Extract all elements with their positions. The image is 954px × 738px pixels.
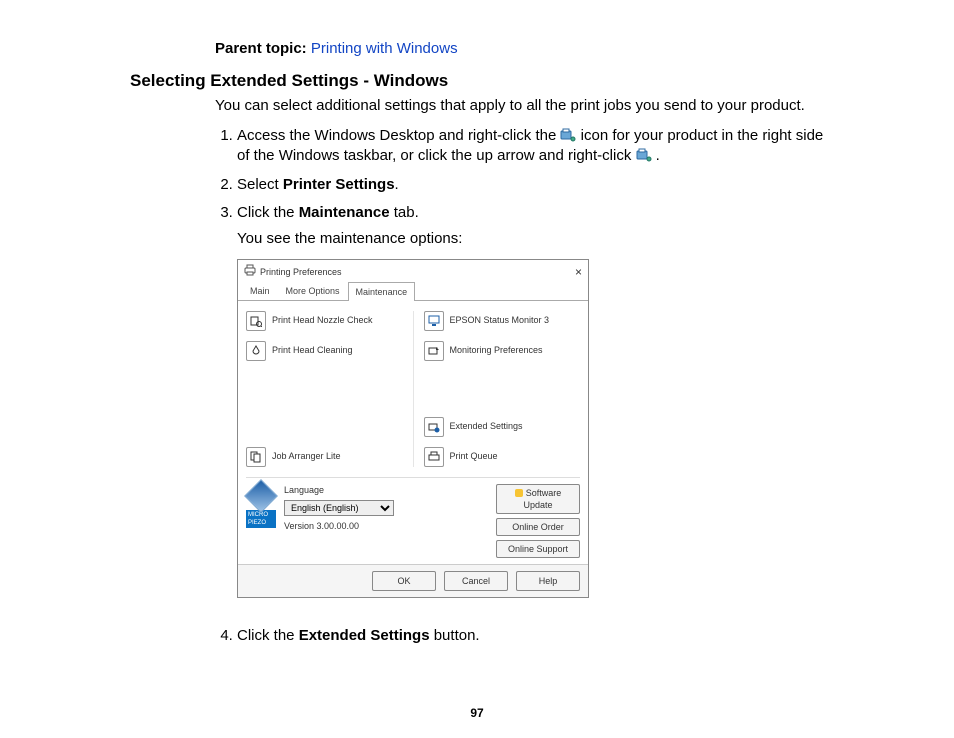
step-2: Select Printer Settings. (237, 175, 834, 195)
step-2-text-a: Select (237, 176, 283, 193)
extended-settings-label: Extended Settings (450, 420, 523, 432)
monitoring-prefs-icon (424, 341, 444, 361)
online-support-button[interactable]: Online Support (496, 540, 580, 558)
software-update-button[interactable]: Software Update (496, 484, 580, 514)
intro-text: You can select additional settings that … (215, 97, 834, 114)
status-monitor-icon (424, 311, 444, 331)
step-1: Access the Windows Desktop and right-cli… (237, 126, 834, 167)
software-update-label: Software Update (523, 488, 561, 510)
online-order-button[interactable]: Online Order (496, 518, 580, 536)
version-text: Version 3.00.00.00 (284, 520, 488, 532)
step-4-text-a: Click the (237, 627, 299, 644)
print-queue-button[interactable]: Print Queue (424, 447, 581, 467)
step-2-text-c: . (395, 176, 399, 193)
dialog-footer: OK Cancel Help (238, 564, 588, 597)
step-2-bold: Printer Settings (283, 176, 395, 193)
dialog-titlebar: Printing Preferences × (238, 260, 588, 281)
tab-main[interactable]: Main (242, 281, 278, 299)
job-arranger-icon (246, 447, 266, 467)
status-monitor-button[interactable]: EPSON Status Monitor 3 (424, 311, 581, 331)
language-label: Language (284, 484, 488, 496)
parent-topic-link[interactable]: Printing with Windows (311, 40, 458, 57)
step-3-note: You see the maintenance options: (237, 229, 834, 249)
section-heading: Selecting Extended Settings - Windows (130, 71, 834, 91)
monitoring-prefs-label: Monitoring Preferences (450, 344, 543, 356)
steps-list: Access the Windows Desktop and right-cli… (215, 126, 834, 646)
dialog-title: Printing Preferences (260, 266, 342, 278)
step-1-text-c: . (656, 147, 660, 164)
extended-settings-icon (424, 417, 444, 437)
tab-maintenance[interactable]: Maintenance (348, 282, 416, 300)
job-arranger-label: Job Arranger Lite (272, 450, 341, 462)
step-1-text-a: Access the Windows Desktop and right-cli… (237, 127, 560, 144)
nozzle-check-button[interactable]: Print Head Nozzle Check (246, 311, 403, 331)
dialog-tabs: Main More Options Maintenance (238, 281, 588, 300)
printing-preferences-dialog: Printing Preferences × Main More Options… (237, 259, 589, 598)
printer-icon (244, 264, 256, 279)
cancel-button[interactable]: Cancel (444, 571, 508, 591)
help-button[interactable]: Help (516, 571, 580, 591)
tab-more-options[interactable]: More Options (278, 281, 348, 299)
product-tray-icon (560, 128, 576, 142)
print-queue-icon (424, 447, 444, 467)
parent-topic-label: Parent topic: (215, 40, 307, 57)
parent-topic: Parent topic: Printing with Windows (215, 40, 834, 57)
head-cleaning-label: Print Head Cleaning (272, 344, 353, 356)
print-queue-label: Print Queue (450, 450, 498, 462)
ok-button[interactable]: OK (372, 571, 436, 591)
extended-settings-button[interactable]: Extended Settings (424, 417, 581, 437)
close-button[interactable]: × (575, 266, 582, 278)
step-3-text-a: Click the (237, 204, 299, 221)
head-cleaning-icon (246, 341, 266, 361)
step-4-text-c: button. (430, 627, 480, 644)
step-4-bold: Extended Settings (299, 627, 430, 644)
job-arranger-button[interactable]: Job Arranger Lite (246, 447, 403, 467)
nozzle-check-label: Print Head Nozzle Check (272, 314, 373, 326)
monitoring-prefs-button[interactable]: Monitoring Preferences (424, 341, 581, 361)
status-monitor-label: EPSON Status Monitor 3 (450, 314, 550, 326)
product-tray-icon (636, 148, 652, 162)
head-cleaning-button[interactable]: Print Head Cleaning (246, 341, 403, 361)
micro-piezo-logo: MICRO PIEZO (246, 484, 276, 528)
step-3: Click the Maintenance tab. You see the m… (237, 203, 834, 598)
step-3-text-c: tab. (390, 204, 419, 221)
step-4: Click the Extended Settings button. (237, 626, 834, 646)
page-number: 97 (0, 706, 954, 720)
language-select[interactable]: English (English) (284, 500, 394, 516)
step-3-bold: Maintenance (299, 204, 390, 221)
nozzle-check-icon (246, 311, 266, 331)
